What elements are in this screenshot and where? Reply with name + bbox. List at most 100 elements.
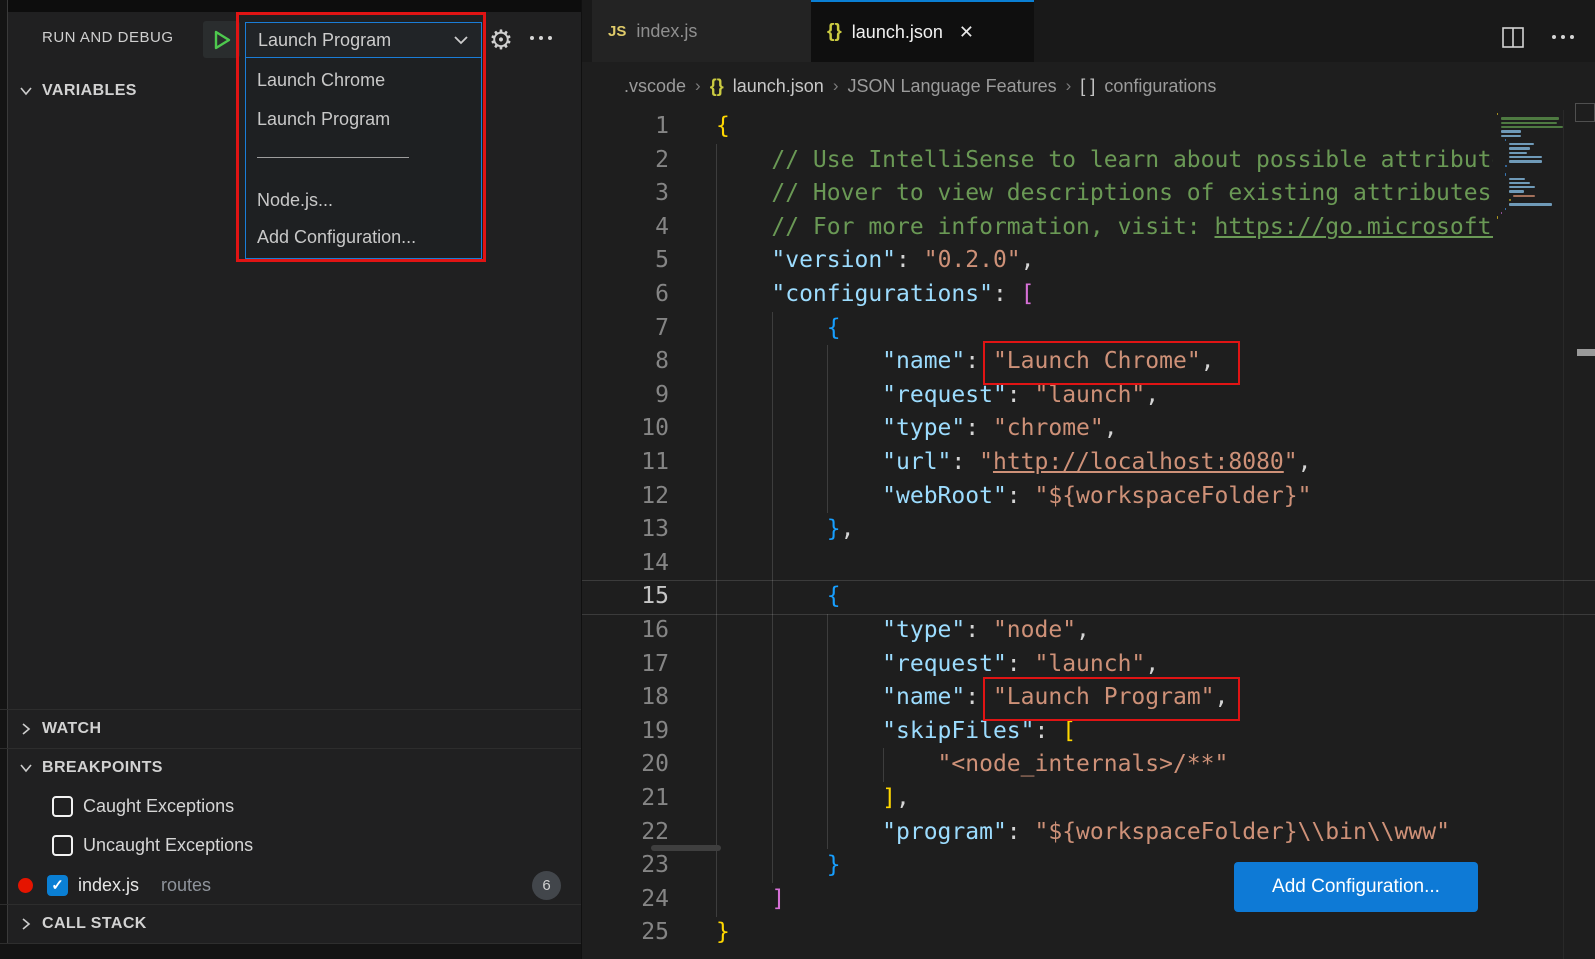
line-number: 13 xyxy=(582,513,669,547)
breakpoint-row-caught-exceptions[interactable]: Caught Exceptions xyxy=(0,787,581,825)
dropdown-item-launch-program[interactable]: Launch Program xyxy=(257,109,390,130)
minimap-line xyxy=(1509,190,1524,192)
code-token: "name" xyxy=(716,348,965,374)
code-token: : xyxy=(951,449,979,475)
code-line-2: 2 // Use IntelliSense to learn about pos… xyxy=(582,144,1493,178)
line-number: 10 xyxy=(582,412,669,446)
code-token: , xyxy=(896,785,910,811)
code-token: "launch" xyxy=(1035,382,1146,408)
section-header-call-stack[interactable]: CALL STACK xyxy=(0,904,581,943)
minimap-slider[interactable] xyxy=(1575,103,1595,122)
line-number: 2 xyxy=(582,144,669,178)
section-header-breakpoints[interactable]: BREAKPOINTS xyxy=(0,748,581,786)
code-token: , xyxy=(1145,651,1159,677)
code-token: "type" xyxy=(716,415,965,441)
minimap-line xyxy=(1505,208,1506,210)
start-debugging-button[interactable] xyxy=(203,21,240,58)
horizontal-scrollbar[interactable] xyxy=(651,845,721,851)
code-token: ] xyxy=(716,886,785,912)
minimap-line xyxy=(1505,173,1506,175)
breadcrumb: .vscode›{}launch.json›JSON Language Feat… xyxy=(582,62,1595,110)
breadcrumb-item--vscode[interactable]: .vscode xyxy=(624,76,686,97)
code-line-6: 6 "configurations": [ xyxy=(582,278,1493,312)
code-token: " xyxy=(1284,449,1298,475)
line-number: 20 xyxy=(582,748,669,782)
dropdown-item-add-configuration[interactable]: Add Configuration... xyxy=(257,227,416,248)
minimap-line xyxy=(1509,147,1530,149)
minimap-line xyxy=(1505,165,1507,167)
line-number: 17 xyxy=(582,648,669,682)
minimap-line xyxy=(1501,117,1559,119)
breadcrumb-item-launch-json[interactable]: launch.json xyxy=(733,76,824,97)
minimap-line xyxy=(1509,178,1525,180)
debug-config-value: Launch Program xyxy=(258,30,453,51)
scrollbar[interactable] xyxy=(1563,110,1595,959)
vscode-window: RUN AND DEBUG ⚙ Launch Program Launch Ch… xyxy=(0,0,1595,959)
minimap-line xyxy=(1501,126,1563,128)
code-token: , xyxy=(1104,415,1118,441)
chevron-right-icon: › xyxy=(695,76,701,96)
code-line-17: 17 "request": "launch", xyxy=(582,648,1493,682)
tab-index-js[interactable]: JS index.js xyxy=(592,0,811,62)
code-token: "type" xyxy=(716,617,965,643)
code-line-9: 9 "request": "launch", xyxy=(582,379,1493,413)
line-number: 3 xyxy=(582,177,669,211)
breakpoint-secondary-label: routes xyxy=(161,875,211,896)
dropdown-item-node-js[interactable]: Node.js... xyxy=(257,190,333,211)
debug-config-dropdown: Launch Chrome Launch Program Node.js... Add… xyxy=(245,58,482,259)
tab-launch-json[interactable]: {} launch.json ✕ xyxy=(811,0,1034,62)
gear-icon[interactable]: ⚙ xyxy=(486,22,516,58)
code-line-20: 20 "<node_internals>/**" xyxy=(582,748,1493,782)
code-token: , xyxy=(1076,617,1090,643)
section-label: CALL STACK xyxy=(42,915,147,933)
line-number: 25 xyxy=(582,916,669,950)
more-actions-icon[interactable] xyxy=(530,36,552,40)
breakpoint-count-badge: 6 xyxy=(532,871,561,900)
code-token: [ xyxy=(1021,281,1035,307)
editor-more-actions-icon[interactable] xyxy=(1552,35,1574,39)
breadcrumb-item-json-language-features[interactable]: JSON Language Features xyxy=(847,76,1056,97)
line-number: 11 xyxy=(582,446,669,480)
line-number: 16 xyxy=(582,614,669,648)
code-line-7: 7 { xyxy=(582,312,1493,346)
code-token: { xyxy=(716,315,841,341)
debug-config-select[interactable]: Launch Program xyxy=(245,22,482,58)
code-token: { xyxy=(716,583,841,609)
code-token: : xyxy=(1007,819,1035,845)
split-editor-icon[interactable] xyxy=(1500,24,1526,50)
checkbox-checked[interactable]: ✓ xyxy=(47,875,68,896)
section-header-watch[interactable]: WATCH xyxy=(0,709,581,747)
json-file-icon: {} xyxy=(710,76,724,97)
code-line-10: 10 "type": "chrome", xyxy=(582,412,1493,446)
breadcrumb-item-configurations[interactable]: configurations xyxy=(1104,76,1216,97)
checkbox-unchecked[interactable] xyxy=(52,835,73,856)
close-icon[interactable]: ✕ xyxy=(959,22,974,43)
code-token: "0.2.0" xyxy=(924,247,1021,273)
code-token: : xyxy=(993,281,1021,307)
breakpoint-label: index.js xyxy=(78,875,139,896)
code-token: { xyxy=(716,113,730,139)
checkbox-unchecked[interactable] xyxy=(52,796,73,817)
line-number: 19 xyxy=(582,715,669,749)
sidebar-title: RUN AND DEBUG xyxy=(42,29,174,46)
chevron-down-icon xyxy=(453,32,469,48)
section-label: BREAKPOINTS xyxy=(42,759,163,777)
breakpoint-row-index-js[interactable]: ✓ index.js routes 6 xyxy=(0,866,581,904)
json-file-icon: {} xyxy=(827,21,842,43)
dropdown-item-launch-chrome[interactable]: Launch Chrome xyxy=(257,70,385,91)
code-line-4: 4 // For more information, visit: https:… xyxy=(582,211,1493,245)
minimap-line xyxy=(1509,143,1534,145)
add-configuration-button[interactable]: Add Configuration... xyxy=(1234,862,1478,912)
line-number: 8 xyxy=(582,345,669,379)
minimap-line xyxy=(1497,113,1498,115)
minimap[interactable] xyxy=(1493,110,1563,959)
code-token: } xyxy=(716,852,841,878)
code-token: ] xyxy=(716,785,896,811)
line-number: 14 xyxy=(582,547,669,581)
minimap-line xyxy=(1501,122,1557,124)
tab-label: launch.json xyxy=(852,22,943,43)
code-token: "Launch Chrome" xyxy=(993,348,1201,374)
code-token: , xyxy=(1201,348,1215,374)
breakpoint-row-uncaught-exceptions[interactable]: Uncaught Exceptions xyxy=(0,826,581,864)
line-number: 9 xyxy=(582,379,669,413)
